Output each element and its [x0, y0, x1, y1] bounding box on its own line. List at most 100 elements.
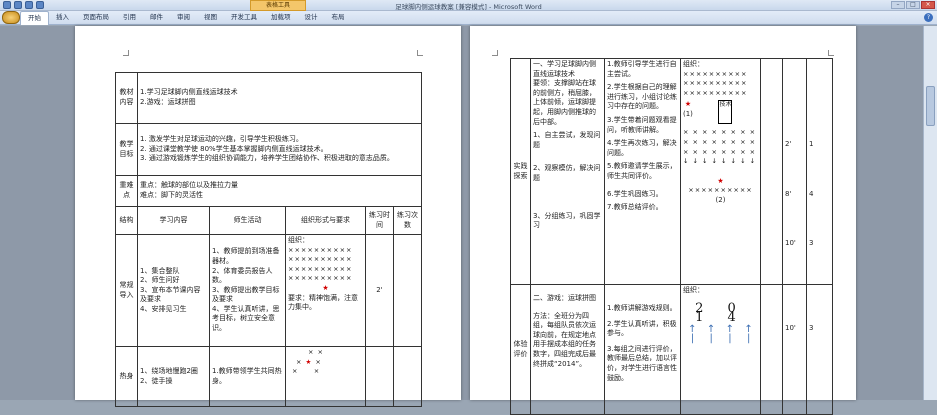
org-label: 组织：: [288, 236, 309, 244]
activity-line: 3、教师提出教学目标及要求: [212, 285, 280, 304]
formation-row: × × × × × × × ×: [683, 137, 757, 146]
lesson-plan-table: 教材内容 1.学习足球脚内侧直线运球技术 2.游戏：运球拼图 教学目标 1. 激…: [115, 72, 423, 407]
window-title: 足球脚内侧运球教案 [兼容模式] - Microsoft Word: [395, 3, 542, 11]
count-cell: 3: [806, 284, 833, 415]
activity-line: 4.学生再次练习，解决问题。: [607, 139, 677, 157]
activity-line: 3.学生带着问题观看提问，听教师讲解。: [607, 115, 677, 134]
content-cell: 一、学习足球脚内侧直线运球技术 要领：支撑脚站在球的前侧方，稍屈膝，上体前倾，运…: [530, 58, 605, 285]
tab-home[interactable]: 开始: [20, 10, 49, 25]
formation-row: × ★ ×: [296, 357, 322, 366]
tab-developer[interactable]: 开发工具: [224, 11, 264, 24]
row-header: 体验评价: [510, 284, 531, 415]
formation-row: ××××××××××: [683, 79, 748, 88]
ribbon-tabs: 开始 插入 页面布局 引用 邮件 审阅 视图 开发工具 加载项 设计 布局 ?: [0, 10, 937, 25]
row-header: 重难点: [115, 175, 138, 207]
column-header: 结构: [115, 206, 138, 235]
document-page-2: 实践探索 一、学习足球脚内侧直线运球技术 要领：支撑脚站在球的前侧方，稍屈膝，上…: [470, 26, 856, 415]
activity-line: 6.学生巩固练习。: [607, 189, 663, 198]
activity-line: 7.教师总结评价。: [607, 203, 663, 212]
activity-cell: 1.教师讲解游戏规则。 2.学生认真听讲，积极参与。 3.每组之间进行评价，教师…: [604, 284, 681, 415]
content-cell: 1、绕场地慢跑2圈 2、徒手操: [137, 346, 210, 407]
tab-layout[interactable]: 布局: [325, 11, 352, 24]
count-cell: [392, 234, 423, 347]
tab-addins[interactable]: 加载项: [264, 11, 298, 24]
time-value: 10': [785, 324, 796, 332]
content-line: 集合整队: [151, 266, 180, 275]
content-line: 师生问好: [151, 276, 180, 285]
org-label: 组织：: [683, 60, 704, 68]
diagram-label: (2): [715, 195, 726, 204]
row-header: 实践探索: [510, 58, 531, 285]
maximize-icon[interactable]: □: [906, 1, 920, 9]
scrollbar-thumb[interactable]: [926, 86, 935, 126]
time-value: 8': [785, 189, 792, 198]
time-cell: 10': [782, 284, 807, 415]
activity-line: 4、学生认真听讲，思考目标，树立安全意识。: [212, 304, 280, 333]
key-points-cell: 重点：触球的部位以及推拉力量 难点：脚下的灵活性: [136, 175, 423, 207]
tab-design[interactable]: 设计: [298, 11, 325, 24]
content-line: 徒手操: [151, 376, 173, 385]
content-cell: 1、集合整队 2、师生问好 3、宣布本节课内容及要求 4、安排见习生: [137, 234, 210, 347]
document-page-1: 教材内容 1.学习足球脚内侧直线运球技术 2.游戏：运球拼图 教学目标 1. 激…: [75, 26, 461, 407]
office-button-icon[interactable]: [2, 11, 20, 24]
activity-line: 1.教师讲解游戏规则。: [607, 304, 677, 312]
tab-references[interactable]: 引用: [116, 11, 143, 24]
title-bar: 表格工具 足球脚内侧运球教案 [兼容模式] - Microsoft Word –…: [0, 0, 937, 11]
tab-page-layout[interactable]: 页面布局: [76, 11, 116, 24]
digits-2014: 2 0 1 4: [695, 300, 746, 326]
tab-mailings[interactable]: 邮件: [143, 11, 170, 24]
formation-row: ××××××××××: [288, 264, 353, 273]
time-value: 2': [785, 140, 792, 148]
teacher-star-icon: ★: [322, 283, 329, 292]
org-label: 组织：: [683, 286, 704, 294]
content-line: 方法：全班分为四组，每组队员依次运球向前，在规定地点用手摆成本组的任务数字，四组…: [533, 311, 596, 368]
organization-cell: × × × ★ × × ×: [285, 346, 366, 407]
content-line: 二、游戏：运球拼图: [533, 294, 596, 302]
count-cell: [392, 346, 423, 407]
activity-line: 2、体育委员报告人数。: [212, 266, 273, 285]
column-header: 练习时间: [365, 206, 394, 235]
margin-mark: [828, 50, 834, 56]
count-value: 4: [809, 189, 814, 198]
count-cell: 1 4 3: [806, 58, 833, 285]
arrow-row: ↓ ↓ ↓ ↓ ↓ ↓ ↓ ↓: [683, 157, 757, 166]
table-row: 教材内容 1.学习足球脚内侧直线运球技术 2.游戏：运球拼图: [115, 72, 423, 124]
content-line: 1、自主尝试，发现问题: [533, 131, 601, 149]
time-value: 10': [785, 239, 796, 248]
help-icon[interactable]: ?: [924, 13, 933, 22]
document-workspace[interactable]: 教材内容 1.学习足球脚内侧直线运球技术 2.游戏：运球拼图 教学目标 1. 激…: [0, 26, 937, 415]
content-line: 3、分组练习，巩固学习: [533, 211, 601, 230]
activity-line: 5.教师邀请学生展示，师生共同评价。: [607, 162, 677, 180]
formation-row: ××××××××××: [288, 245, 353, 254]
table-row: 实践探索 一、学习足球脚内侧直线运球技术 要领：支撑脚站在球的前侧方，稍屈膝，上…: [510, 58, 833, 285]
technique-sign: 技术: [718, 100, 733, 125]
tab-view[interactable]: 视图: [197, 11, 224, 24]
row-header: 热身: [115, 346, 138, 407]
activity-cell: 1.教师带领学生共同热身。: [209, 346, 286, 407]
formation-row: ××××××××××: [288, 274, 353, 283]
row-header: 教材内容: [115, 72, 138, 124]
time-cell: 2' 8' 10': [782, 58, 807, 285]
minimize-icon[interactable]: –: [891, 1, 905, 9]
tab-insert[interactable]: 插入: [49, 11, 76, 24]
activity-line: 2.学生认真听讲，积极参与。: [607, 319, 677, 338]
goal-line: 3. 通过游戏锻炼学生的组织协调能力，培养学生团结协作、积极进取的意志品质。: [140, 154, 394, 163]
formation-row: ××××××××××: [683, 69, 748, 78]
margin-mark: [492, 50, 498, 56]
content-line: 绕场地慢跑2圈: [151, 366, 198, 375]
lesson-plan-table-continued: 实践探索 一、学习足球脚内侧直线运球技术 要领：支撑脚站在球的前侧方，稍屈膝，上…: [510, 58, 833, 415]
content-line: 2、观察模仿，解决问题: [533, 164, 601, 182]
tab-review[interactable]: 审阅: [170, 11, 197, 24]
vertical-scrollbar[interactable]: [923, 26, 937, 400]
formation-row: ××××××××××: [683, 88, 748, 97]
requirement-text: 要求：精神饱满，注意力集中。: [288, 293, 358, 312]
diagram-label: (1): [683, 109, 693, 118]
activity-line: 1、教师提前到场准备器材。: [212, 247, 280, 265]
organization-cell: 组织： ×××××××××× ×××××××××× ×××××××××× ★ (…: [680, 58, 761, 285]
formation-row: × × × × × × × ×: [683, 147, 757, 156]
demo-diagram: ★ (1) 技术: [683, 100, 758, 125]
close-icon[interactable]: ×: [921, 1, 935, 9]
count-value: 3: [809, 239, 814, 248]
teaching-content-cell: 1.学习足球脚内侧直线运球技术 2.游戏：运球拼图: [136, 72, 423, 124]
table-row: 常规导入 1、集合整队 2、师生问好 3、宣布本节课内容及要求 4、安排见习生 …: [115, 234, 423, 347]
